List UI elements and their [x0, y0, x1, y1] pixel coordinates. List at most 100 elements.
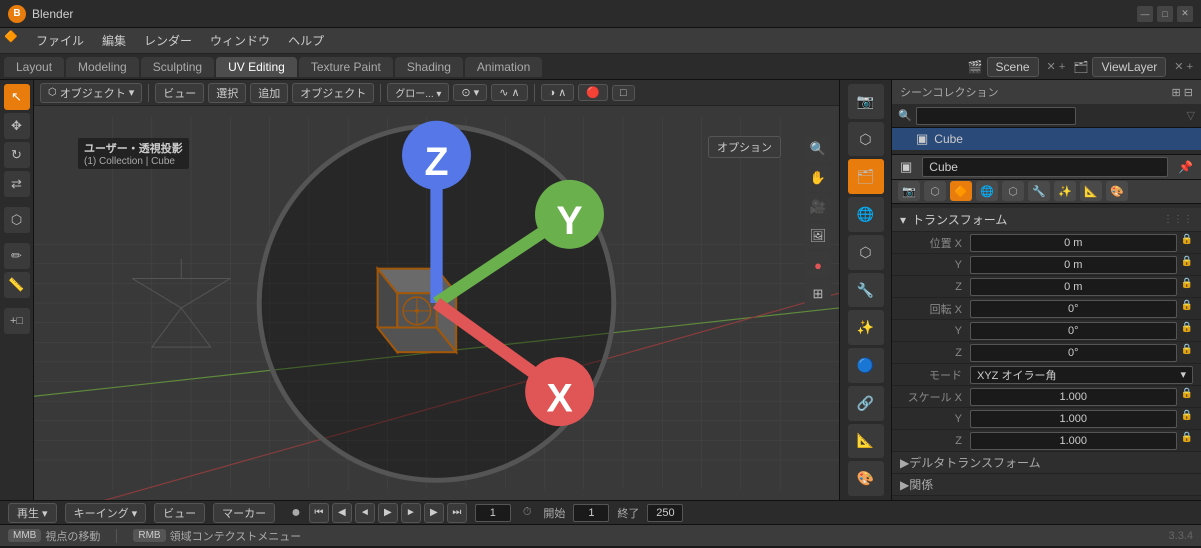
prop-tab-particles[interactable]: ✨: [1054, 181, 1076, 201]
menu-edit[interactable]: 編集: [94, 30, 134, 51]
menu-file[interactable]: ファイル: [28, 30, 92, 51]
tab-texture-paint[interactable]: Texture Paint: [299, 57, 393, 77]
tool-transform[interactable]: ⬡: [4, 207, 30, 233]
menu-help[interactable]: ヘルプ: [280, 30, 332, 51]
prop-tab-object[interactable]: ⬡: [1002, 181, 1024, 201]
overlay-btn[interactable]: ◑ ∧: [541, 84, 575, 101]
location-z-input[interactable]: [970, 278, 1177, 296]
proportional-btn[interactable]: ∿ ∧: [491, 84, 527, 101]
tool-scale[interactable]: ⇄: [4, 171, 30, 197]
blender-logo: 🔶: [4, 30, 26, 52]
properties-panel: シーンコレクション ⊞ ⊟ 🔍 ▽ ▣ Cube ▣ 📌 📷 ⬡ 🔶 🌐: [891, 80, 1201, 500]
camera-view-tool[interactable]: 🎥: [805, 194, 831, 220]
sidebar-modifiers[interactable]: 🔧: [848, 273, 884, 308]
viewport-mode-btn[interactable]: ⬡ オブジェクト ▾: [40, 83, 142, 103]
sidebar-particles[interactable]: ✨: [848, 310, 884, 345]
prop-tab-material[interactable]: 🎨: [1106, 181, 1128, 201]
tool-cursor[interactable]: ↖: [4, 84, 30, 110]
relations-header[interactable]: ▶ 関係: [892, 474, 1201, 496]
rotation-y-lock: 🔒: [1181, 322, 1193, 340]
tool-rotate[interactable]: ↻: [4, 142, 30, 168]
play-btn[interactable]: ▶: [378, 503, 398, 523]
outliner-search-input[interactable]: [916, 107, 1076, 125]
sidebar-data[interactable]: 📐: [848, 424, 884, 459]
sidebar-render[interactable]: 📷: [848, 84, 884, 119]
view-menu-btn-bottom[interactable]: ビュー: [154, 503, 205, 523]
red-tool[interactable]: ●: [805, 252, 831, 278]
select-menu-btn[interactable]: 選択: [208, 83, 246, 103]
sidebar-material[interactable]: 🎨: [848, 461, 884, 496]
tab-sculpting[interactable]: Sculpting: [141, 57, 214, 77]
view-menu-btn[interactable]: ビュー: [155, 83, 204, 103]
tab-uv-editing[interactable]: UV Editing: [216, 57, 297, 77]
tool-move[interactable]: ✥: [4, 113, 30, 139]
marker-menu-btn[interactable]: マーカー: [213, 503, 275, 523]
prev-keyframe-btn[interactable]: ◄: [355, 503, 375, 523]
close-button[interactable]: ✕: [1177, 6, 1193, 22]
menu-window[interactable]: ウィンドウ: [202, 30, 278, 51]
prop-tab-render[interactable]: 📷: [898, 181, 920, 201]
rotation-y-input[interactable]: [970, 322, 1177, 340]
tab-shading[interactable]: Shading: [395, 57, 463, 77]
viewlayer-button[interactable]: ViewLayer: [1092, 57, 1166, 77]
prop-tab-scene[interactable]: 🔶: [950, 181, 972, 201]
maximize-button[interactable]: □: [1157, 6, 1173, 22]
add-menu-btn[interactable]: 追加: [250, 83, 288, 103]
playback-menu-btn[interactable]: 再生 ▾: [8, 503, 57, 523]
sidebar-constraints[interactable]: 🔗: [848, 386, 884, 421]
scene-button[interactable]: Scene: [987, 57, 1039, 77]
rotation-x-input[interactable]: [970, 300, 1177, 318]
sidebar-world[interactable]: 🌐: [848, 197, 884, 232]
shading-btn[interactable]: 🔴: [578, 84, 608, 101]
sidebar-output[interactable]: ⬡: [848, 122, 884, 157]
object-name-input[interactable]: [922, 157, 1168, 177]
sidebar-scene[interactable]: 🗂: [848, 159, 884, 194]
object-menu-btn[interactable]: オブジェクト: [292, 83, 374, 103]
frame-start-input[interactable]: [573, 504, 609, 522]
tab-modeling[interactable]: Modeling: [66, 57, 139, 77]
jump-end-btn[interactable]: ⏭: [447, 503, 467, 523]
transform-header[interactable]: ▾ トランスフォーム ⋮⋮⋮: [892, 208, 1201, 232]
frame-end-input[interactable]: [647, 504, 683, 522]
scale-x-input[interactable]: [970, 388, 1177, 406]
sidebar-object[interactable]: ⬡: [848, 235, 884, 270]
prop-tab-output[interactable]: ⬡: [924, 181, 946, 201]
location-x-input[interactable]: [970, 234, 1177, 252]
transform-btn[interactable]: グロー... ▾: [387, 83, 449, 102]
navigation-gizmo[interactable]: Z Y X: [34, 106, 839, 500]
viewport-scene[interactable]: ユーザー・透視投影 (1) Collection | Cube オプション Z …: [34, 106, 839, 500]
delta-transform-header[interactable]: ▶ デルタトランスフォーム: [892, 452, 1201, 474]
frame-current-input[interactable]: [475, 504, 511, 522]
viewport[interactable]: ⬡ オブジェクト ▾ ビュー 選択 追加 オブジェクト グロー... ▾ ⊙ ▾…: [34, 80, 839, 500]
xray-btn[interactable]: □: [612, 85, 635, 101]
jump-start-btn[interactable]: ⏮: [309, 503, 329, 523]
tool-add[interactable]: +□: [4, 308, 30, 334]
prop-tab-world[interactable]: 🌐: [976, 181, 998, 201]
filter-icon: ▽: [1187, 109, 1195, 122]
menu-render[interactable]: レンダー: [136, 30, 200, 51]
scale-y-input[interactable]: [970, 410, 1177, 428]
snap-btn[interactable]: ⊙ ▾: [453, 84, 487, 101]
rotation-z-input[interactable]: [970, 344, 1177, 362]
scale-z-input[interactable]: [970, 432, 1177, 450]
render-preview-tool[interactable]: 🖼: [805, 223, 831, 249]
zoom-tool[interactable]: 🔍: [805, 136, 831, 162]
tab-layout[interactable]: Layout: [4, 57, 64, 77]
next-frame-btn[interactable]: ▶: [424, 503, 444, 523]
tool-annotate[interactable]: ✏: [4, 243, 30, 269]
grid-tool[interactable]: ⊞: [805, 281, 831, 307]
outliner-icons: ⊞ ⊟: [1172, 86, 1194, 99]
prop-tab-modifier[interactable]: 🔧: [1028, 181, 1050, 201]
sidebar-physics[interactable]: 🔵: [848, 348, 884, 383]
tab-animation[interactable]: Animation: [465, 57, 542, 77]
pan-tool[interactable]: ✋: [805, 165, 831, 191]
prop-tab-data[interactable]: 📐: [1080, 181, 1102, 201]
minimize-button[interactable]: —: [1137, 6, 1153, 22]
outliner-cube-item[interactable]: ▣ Cube: [892, 128, 1201, 150]
tool-measure[interactable]: 📏: [4, 272, 30, 298]
keying-menu-btn[interactable]: キーイング ▾: [65, 503, 147, 523]
rotation-mode-dropdown[interactable]: XYZ オイラー角 ▾: [970, 366, 1193, 384]
location-y-input[interactable]: [970, 256, 1177, 274]
next-keyframe-btn[interactable]: ►: [401, 503, 421, 523]
prev-frame-btn[interactable]: ◀: [332, 503, 352, 523]
